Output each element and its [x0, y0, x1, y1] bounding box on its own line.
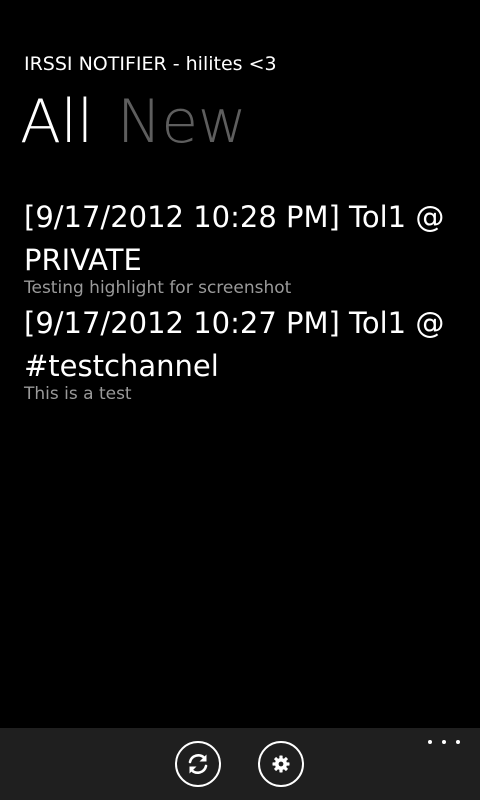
message-body: Testing highlight for screenshot — [24, 278, 292, 298]
ellipsis-icon — [428, 740, 432, 744]
message-header: [9/17/2012 10:28 PM] Tol1 @ PRIVATE — [24, 200, 445, 277]
pivot-header: All New — [20, 86, 270, 158]
refresh-icon — [188, 754, 208, 774]
settings-button[interactable] — [258, 741, 304, 787]
message-body: This is a test — [24, 384, 132, 404]
ellipsis-icon — [442, 740, 446, 744]
message-header: [9/17/2012 10:27 PM] Tol1 @ #testchannel — [24, 306, 445, 383]
app-title: IRSSI NOTIFIER - hilites <3 — [24, 53, 277, 75]
ellipsis-icon — [456, 740, 460, 744]
list-item[interactable]: [9/17/2012 10:27 PM] Tol1 @ #testchannel… — [24, 302, 464, 404]
more-button[interactable] — [428, 734, 460, 750]
screen: IRSSI NOTIFIER - hilites <3 All New [9/1… — [0, 0, 480, 800]
message-list: [9/17/2012 10:28 PM] Tol1 @ PRIVATE Test… — [24, 196, 464, 408]
pivot-tab-all[interactable]: All — [20, 86, 93, 158]
gear-icon — [272, 755, 290, 773]
pivot-tab-new[interactable]: New — [117, 86, 247, 158]
application-bar — [0, 728, 480, 800]
refresh-button[interactable] — [175, 741, 221, 787]
list-item[interactable]: [9/17/2012 10:28 PM] Tol1 @ PRIVATE Test… — [24, 196, 464, 298]
